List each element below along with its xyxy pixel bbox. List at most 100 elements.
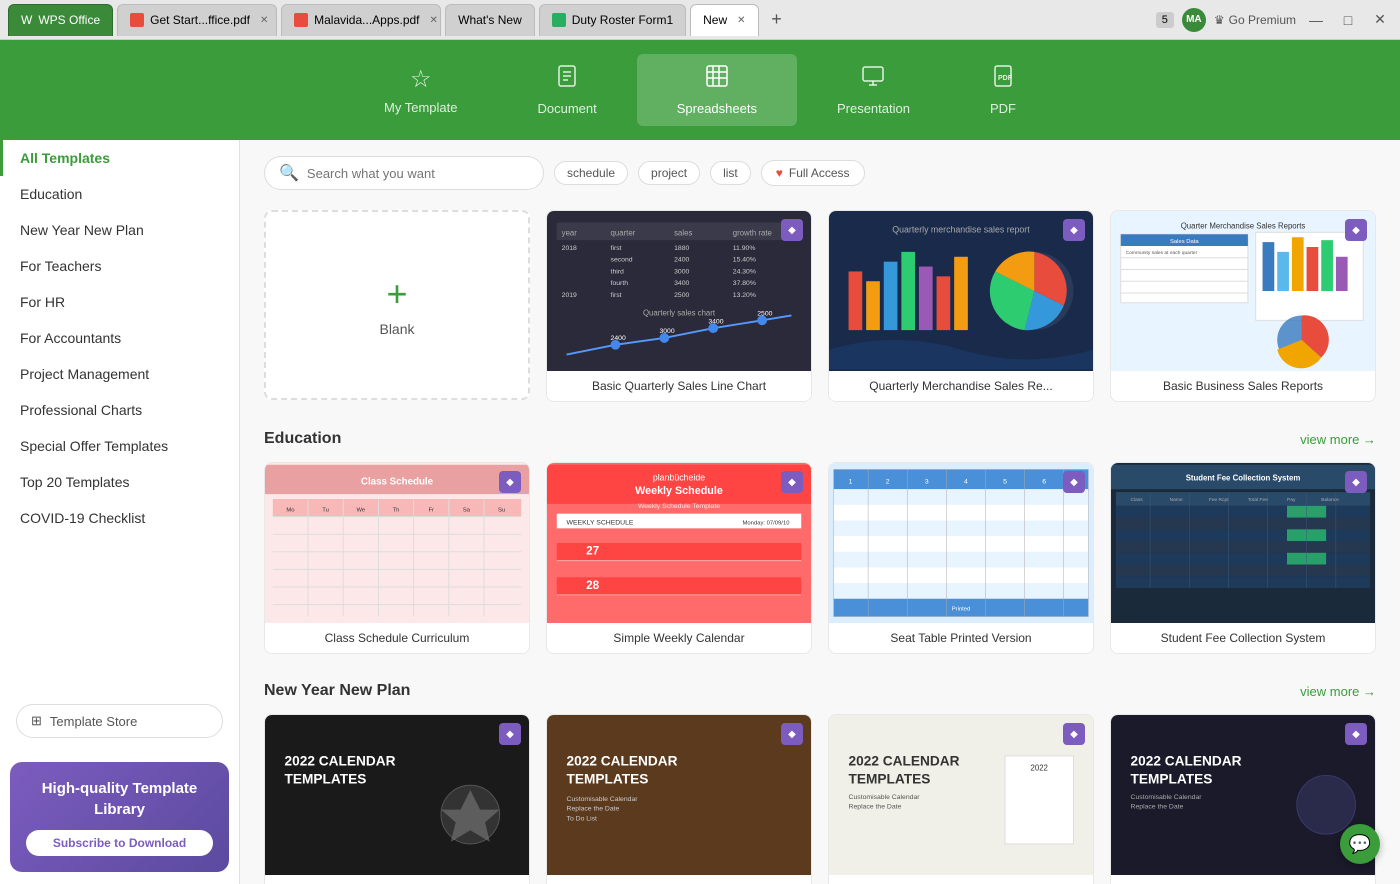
- sidebar-item-new-year[interactable]: New Year New Plan: [0, 212, 239, 248]
- tab-wps[interactable]: W WPS Office: [8, 4, 113, 36]
- svg-text:We: We: [356, 508, 365, 514]
- nav-document[interactable]: Document: [497, 54, 636, 126]
- search-input-wrap[interactable]: 🔍: [264, 156, 544, 190]
- template-store-label: Template Store: [50, 714, 137, 729]
- svg-text:2400: 2400: [611, 335, 626, 342]
- svg-text:1880: 1880: [674, 245, 689, 252]
- blank-template-card[interactable]: + Blank: [264, 210, 530, 400]
- template-card-cal1[interactable]: 2022 CALENDAR TEMPLATES ◆ 2022 CALENDAR …: [264, 714, 530, 884]
- template-card-student-fee[interactable]: Student Fee Collection System: [1110, 462, 1376, 654]
- svg-text:13.20%: 13.20%: [733, 292, 756, 299]
- template-thumb: 1 2 3 4 5 6 7 Printed ◆: [829, 463, 1093, 623]
- search-input[interactable]: [307, 166, 529, 181]
- template-card-simple-weekly[interactable]: planbücheide Weekly Schedule Weekly Sche…: [546, 462, 812, 654]
- avatar: MA: [1182, 8, 1206, 32]
- search-tag-project[interactable]: project: [638, 161, 700, 185]
- svg-text:growth rate: growth rate: [733, 228, 772, 237]
- template-store-button[interactable]: ⊞ Template Store: [16, 704, 223, 738]
- minimize-button[interactable]: —: [1304, 8, 1328, 32]
- tab-malavida[interactable]: Malavida...Apps.pdf ✕: [281, 4, 441, 36]
- close-icon[interactable]: ✕: [260, 15, 268, 26]
- svg-text:Monday: 07/09/10: Monday: 07/09/10: [743, 520, 791, 526]
- svg-text:1: 1: [849, 478, 853, 485]
- template-card-seat-table[interactable]: 1 2 3 4 5 6 7 Printed ◆ Seat Table Print…: [828, 462, 1094, 654]
- close-button[interactable]: ✕: [1368, 8, 1392, 32]
- search-tag-schedule[interactable]: schedule: [554, 161, 628, 185]
- browser-bar: W WPS Office Get Start...ffice.pdf ✕ Mal…: [0, 0, 1400, 40]
- svg-text:Sa: Sa: [463, 508, 471, 514]
- svg-text:Name: Name: [1170, 497, 1183, 503]
- go-premium-button[interactable]: ♛ Go Premium: [1214, 13, 1296, 27]
- tab-new[interactable]: New ✕: [690, 4, 758, 36]
- tab-whatsnew-label: What's New: [458, 13, 522, 27]
- template-card-basic-quarterly[interactable]: year quarter sales growth rate 2018 firs…: [546, 210, 812, 402]
- chat-button[interactable]: 💬: [1340, 824, 1380, 864]
- close-icon[interactable]: ✕: [737, 15, 745, 26]
- template-card-cal3[interactable]: 2022 CALENDAR TEMPLATES Customisable Cal…: [828, 714, 1094, 884]
- sidebar-item-for-accountants[interactable]: For Accountants: [0, 320, 239, 356]
- nav-my-template[interactable]: ☆ My Template: [344, 55, 497, 125]
- template-label: Simple Weekly Calendar: [547, 623, 811, 653]
- maximize-button[interactable]: □: [1336, 8, 1360, 32]
- nav-document-label: Document: [537, 101, 596, 116]
- search-icon: 🔍: [279, 163, 299, 183]
- nav-pdf[interactable]: PDF PDF: [950, 54, 1056, 126]
- new-year-view-more[interactable]: view more →: [1300, 684, 1376, 699]
- svg-text:Th: Th: [393, 508, 400, 514]
- featured-grid: + Blank year quarter sales growth rate 2…: [264, 210, 1376, 402]
- svg-text:Customisable Calendar: Customisable Calendar: [849, 794, 921, 801]
- svg-text:sales: sales: [674, 228, 692, 237]
- sidebar-item-for-teachers[interactable]: For Teachers: [0, 248, 239, 284]
- sidebar-item-special-offer[interactable]: Special Offer Templates: [0, 428, 239, 464]
- svg-text:2019: 2019: [562, 292, 577, 299]
- crown-icon: ♛: [1214, 13, 1225, 27]
- svg-text:27: 27: [586, 545, 599, 558]
- svg-text:Replace the Date: Replace the Date: [567, 806, 620, 813]
- template-card-cal2[interactable]: 2022 CALENDAR TEMPLATES Customisable Cal…: [546, 714, 812, 884]
- sidebar-item-all-templates[interactable]: All Templates: [0, 140, 239, 176]
- presentation-icon: [861, 64, 885, 95]
- sidebar-new-year-label: New Year New Plan: [20, 222, 144, 238]
- template-card-class-schedule[interactable]: Class Schedule: [264, 462, 530, 654]
- template-thumb: Quarterly merchandise sales report: [829, 211, 1093, 371]
- template-card-cal4[interactable]: 2022 CALENDAR TEMPLATES Customisable Cal…: [1110, 714, 1376, 884]
- sidebar-item-top-20[interactable]: Top 20 Templates: [0, 464, 239, 500]
- svg-text:28: 28: [586, 579, 600, 592]
- star-icon: ☆: [410, 65, 432, 94]
- tab-dutyroster[interactable]: Duty Roster Form1: [539, 4, 686, 36]
- new-tab-button[interactable]: +: [763, 6, 791, 34]
- store-icon: ⊞: [31, 713, 42, 729]
- pdf-nav-icon: PDF: [991, 64, 1015, 95]
- template-thumb: Class Schedule: [265, 463, 529, 623]
- nav-presentation[interactable]: Presentation: [797, 54, 950, 126]
- sidebar-item-covid[interactable]: COVID-19 Checklist: [0, 500, 239, 536]
- subscribe-button[interactable]: Subscribe to Download: [26, 830, 213, 856]
- content-area: 🔍 schedule project list ♥ Full Access + …: [240, 140, 1400, 884]
- tab-new-label: New: [703, 13, 727, 27]
- template-label: Quarterly Merchandise Sales Re...: [829, 371, 1093, 401]
- education-view-more[interactable]: view more →: [1300, 432, 1376, 447]
- nav-spreadsheets[interactable]: Spreadsheets: [637, 54, 797, 126]
- svg-text:2022 CALENDAR: 2022 CALENDAR: [567, 754, 678, 769]
- template-label: Basic Quarterly Sales Line Chart: [547, 371, 811, 401]
- tab-wps-label: WPS Office: [38, 13, 100, 27]
- tab-whatsnew[interactable]: What's New: [445, 4, 535, 36]
- template-label: Basic Business Sales Reports: [1111, 371, 1375, 401]
- new-year-section-header: New Year New Plan view more →: [264, 682, 1376, 700]
- sidebar-item-professional-charts[interactable]: Professional Charts: [0, 392, 239, 428]
- spreadsheet-icon: [552, 13, 566, 27]
- template-card-basic-business[interactable]: Quarter Merchandise Sales Reports Sales …: [1110, 210, 1376, 402]
- app-nav: ☆ My Template Document Spreadsheets: [0, 40, 1400, 140]
- close-icon[interactable]: ✕: [430, 15, 438, 26]
- sidebar-item-education[interactable]: Education: [0, 176, 239, 212]
- sidebar-item-for-hr[interactable]: For HR: [0, 284, 239, 320]
- full-access-button[interactable]: ♥ Full Access: [761, 160, 865, 186]
- template-thumb: year quarter sales growth rate 2018 firs…: [547, 211, 811, 371]
- premium-badge: ◆: [781, 471, 803, 493]
- sidebar-item-project-mgmt[interactable]: Project Management: [0, 356, 239, 392]
- template-card-quarterly-merch[interactable]: Quarterly merchandise sales report: [828, 210, 1094, 402]
- svg-text:Quarterly sales chart: Quarterly sales chart: [643, 308, 716, 317]
- svg-text:2022 CALENDAR: 2022 CALENDAR: [285, 754, 396, 769]
- search-tag-list[interactable]: list: [710, 161, 751, 185]
- tab-getstart[interactable]: Get Start...ffice.pdf ✕: [117, 4, 277, 36]
